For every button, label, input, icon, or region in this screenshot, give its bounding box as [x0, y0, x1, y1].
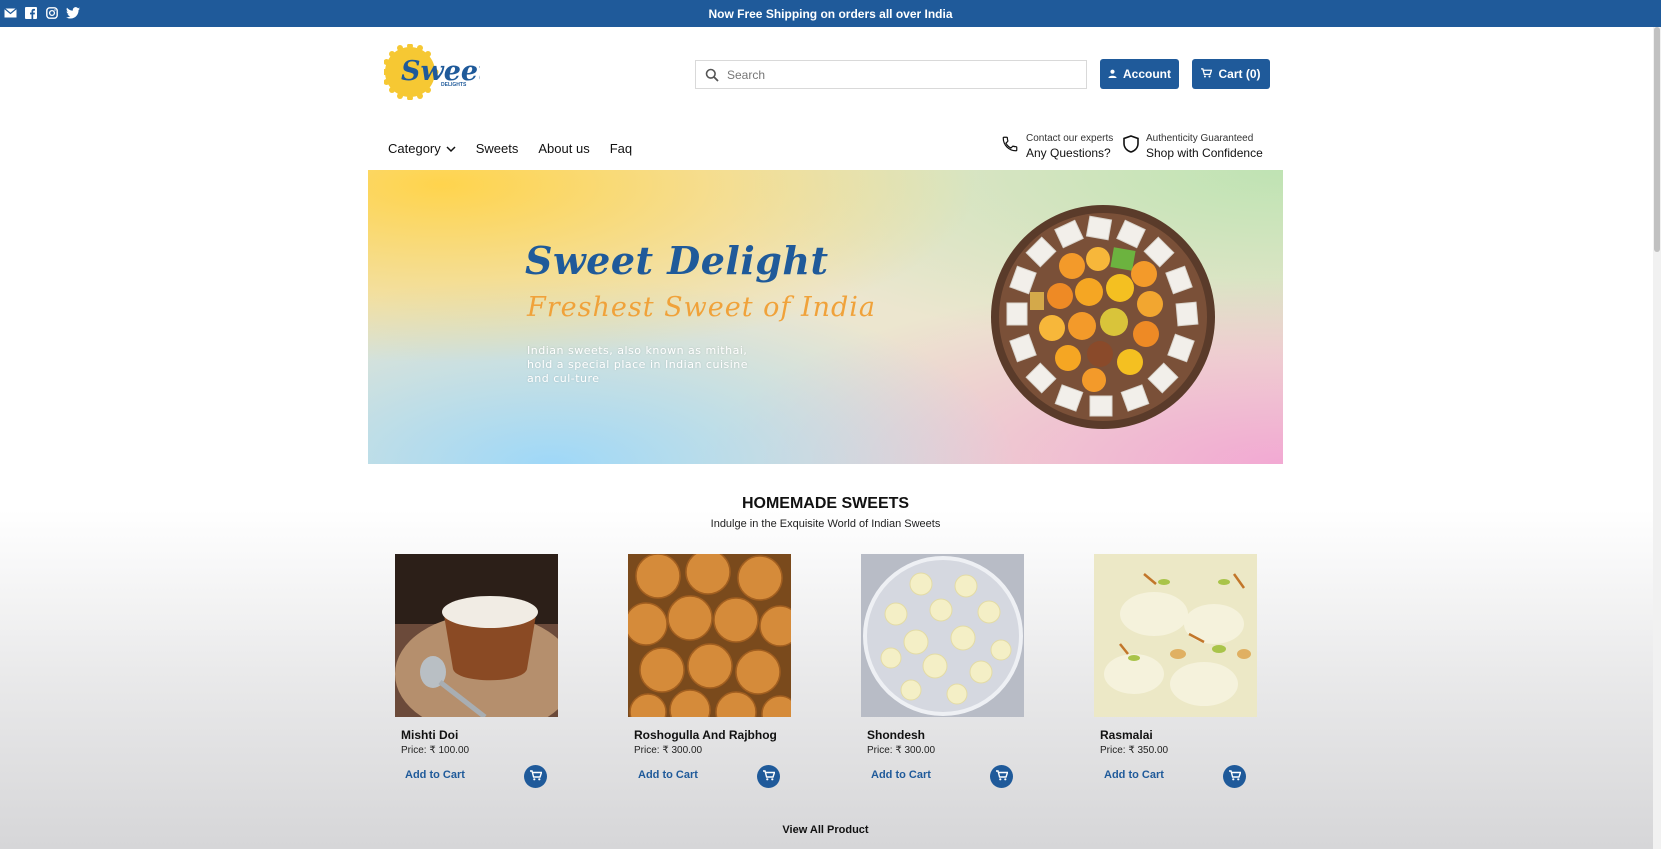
add-to-cart-button[interactable]: [524, 765, 547, 788]
add-to-cart-button[interactable]: [990, 765, 1013, 788]
hero-title: Sweet Delight: [525, 238, 829, 283]
section-subtitle: Indulge in the Exquisite World of Indian…: [710, 518, 941, 530]
cart-label: Cart (0): [1218, 67, 1261, 81]
add-to-cart-button[interactable]: [1223, 765, 1246, 788]
product-card[interactable]: Roshogulla And Rajbhog Price: ₹ 300.00 A…: [628, 554, 792, 794]
product-price: Price: ₹ 300.00: [867, 745, 936, 756]
view-all-products-link[interactable]: View All Product: [0, 824, 1651, 836]
scrollbar-thumb[interactable]: [1654, 27, 1660, 252]
top-announcement-bar: Now Free Shipping on orders all over Ind…: [0, 0, 1661, 27]
free-shipping-banner: Now Free Shipping on orders all over Ind…: [708, 7, 953, 21]
logo-subtext: DELIGHTS: [441, 82, 467, 88]
roshogulla-image[interactable]: [628, 554, 791, 717]
main-navigation: Category Sweets About us Faq: [388, 141, 652, 156]
sweets-platter-image: [990, 204, 1216, 430]
product-card[interactable]: Rasmalai Price: ₹ 350.00 Add to Cart: [1094, 554, 1258, 794]
authenticity-big-label: Shop with Confidence: [1146, 146, 1263, 160]
shield-icon: [1123, 135, 1139, 158]
chevron-down-icon: [446, 141, 456, 156]
product-name: Roshogulla And Rajbhog: [634, 728, 777, 742]
add-to-cart-link[interactable]: Add to Cart: [405, 769, 465, 781]
search-icon: [705, 68, 719, 82]
rasmalai-image[interactable]: [1094, 554, 1257, 717]
add-to-cart-link[interactable]: Add to Cart: [638, 769, 698, 781]
cart-button[interactable]: Cart (0): [1192, 59, 1270, 89]
product-card[interactable]: Mishti Doi Price: ₹ 100.00 Add to Cart: [395, 554, 559, 794]
product-card[interactable]: Shondesh Price: ₹ 300.00 Add to Cart: [861, 554, 1025, 794]
contact-experts[interactable]: Contact our experts Any Questions?: [1001, 133, 1113, 160]
section-title: HOMEMADE SWEETS: [741, 495, 910, 512]
nav-category[interactable]: Category: [388, 141, 456, 156]
nav-faq[interactable]: Faq: [610, 141, 632, 156]
account-button[interactable]: Account: [1100, 59, 1179, 89]
hero-subtitle: Freshest Sweet of India: [527, 292, 877, 323]
cart-icon: [995, 768, 1008, 786]
account-label: Account: [1123, 67, 1171, 81]
cart-icon: [762, 768, 775, 786]
search-bar[interactable]: [695, 60, 1087, 89]
hero-description: Indian sweets, also known as mithai, hol…: [527, 344, 749, 385]
page-scrollbar[interactable]: [1653, 27, 1661, 849]
phone-icon: [1001, 135, 1019, 158]
nav-category-label: Category: [388, 141, 441, 156]
contact-big-label: Any Questions?: [1026, 146, 1111, 160]
mishti-doi-image[interactable]: [395, 554, 558, 717]
product-name: Rasmalai: [1100, 728, 1153, 742]
add-to-cart-button[interactable]: [757, 765, 780, 788]
product-price: Price: ₹ 100.00: [401, 745, 470, 756]
hero-banner: Sweet Delight Freshest Sweet of India In…: [368, 170, 1283, 464]
add-to-cart-link[interactable]: Add to Cart: [1104, 769, 1164, 781]
authenticity-guarantee: Authenticity Guaranteed Shop with Confid…: [1123, 133, 1263, 160]
product-price: Price: ₹ 300.00: [634, 745, 703, 756]
add-to-cart-link[interactable]: Add to Cart: [871, 769, 931, 781]
search-input[interactable]: [727, 61, 1086, 88]
authenticity-small-label: Authenticity Guaranteed: [1146, 133, 1254, 144]
contact-small-label: Contact our experts: [1026, 133, 1114, 144]
cart-icon: [1228, 768, 1241, 786]
product-price: Price: ₹ 350.00: [1100, 745, 1169, 756]
cart-icon: [1201, 67, 1213, 81]
cart-icon: [529, 768, 542, 786]
shondesh-image[interactable]: [861, 554, 1024, 717]
sweet-delights-logo[interactable]: Sweet DELIGHTS: [381, 43, 491, 101]
product-name: Shondesh: [867, 728, 926, 742]
user-icon: [1108, 67, 1117, 81]
product-name: Mishti Doi: [401, 728, 459, 742]
nav-about-us[interactable]: About us: [538, 141, 589, 156]
nav-sweets[interactable]: Sweets: [476, 141, 519, 156]
